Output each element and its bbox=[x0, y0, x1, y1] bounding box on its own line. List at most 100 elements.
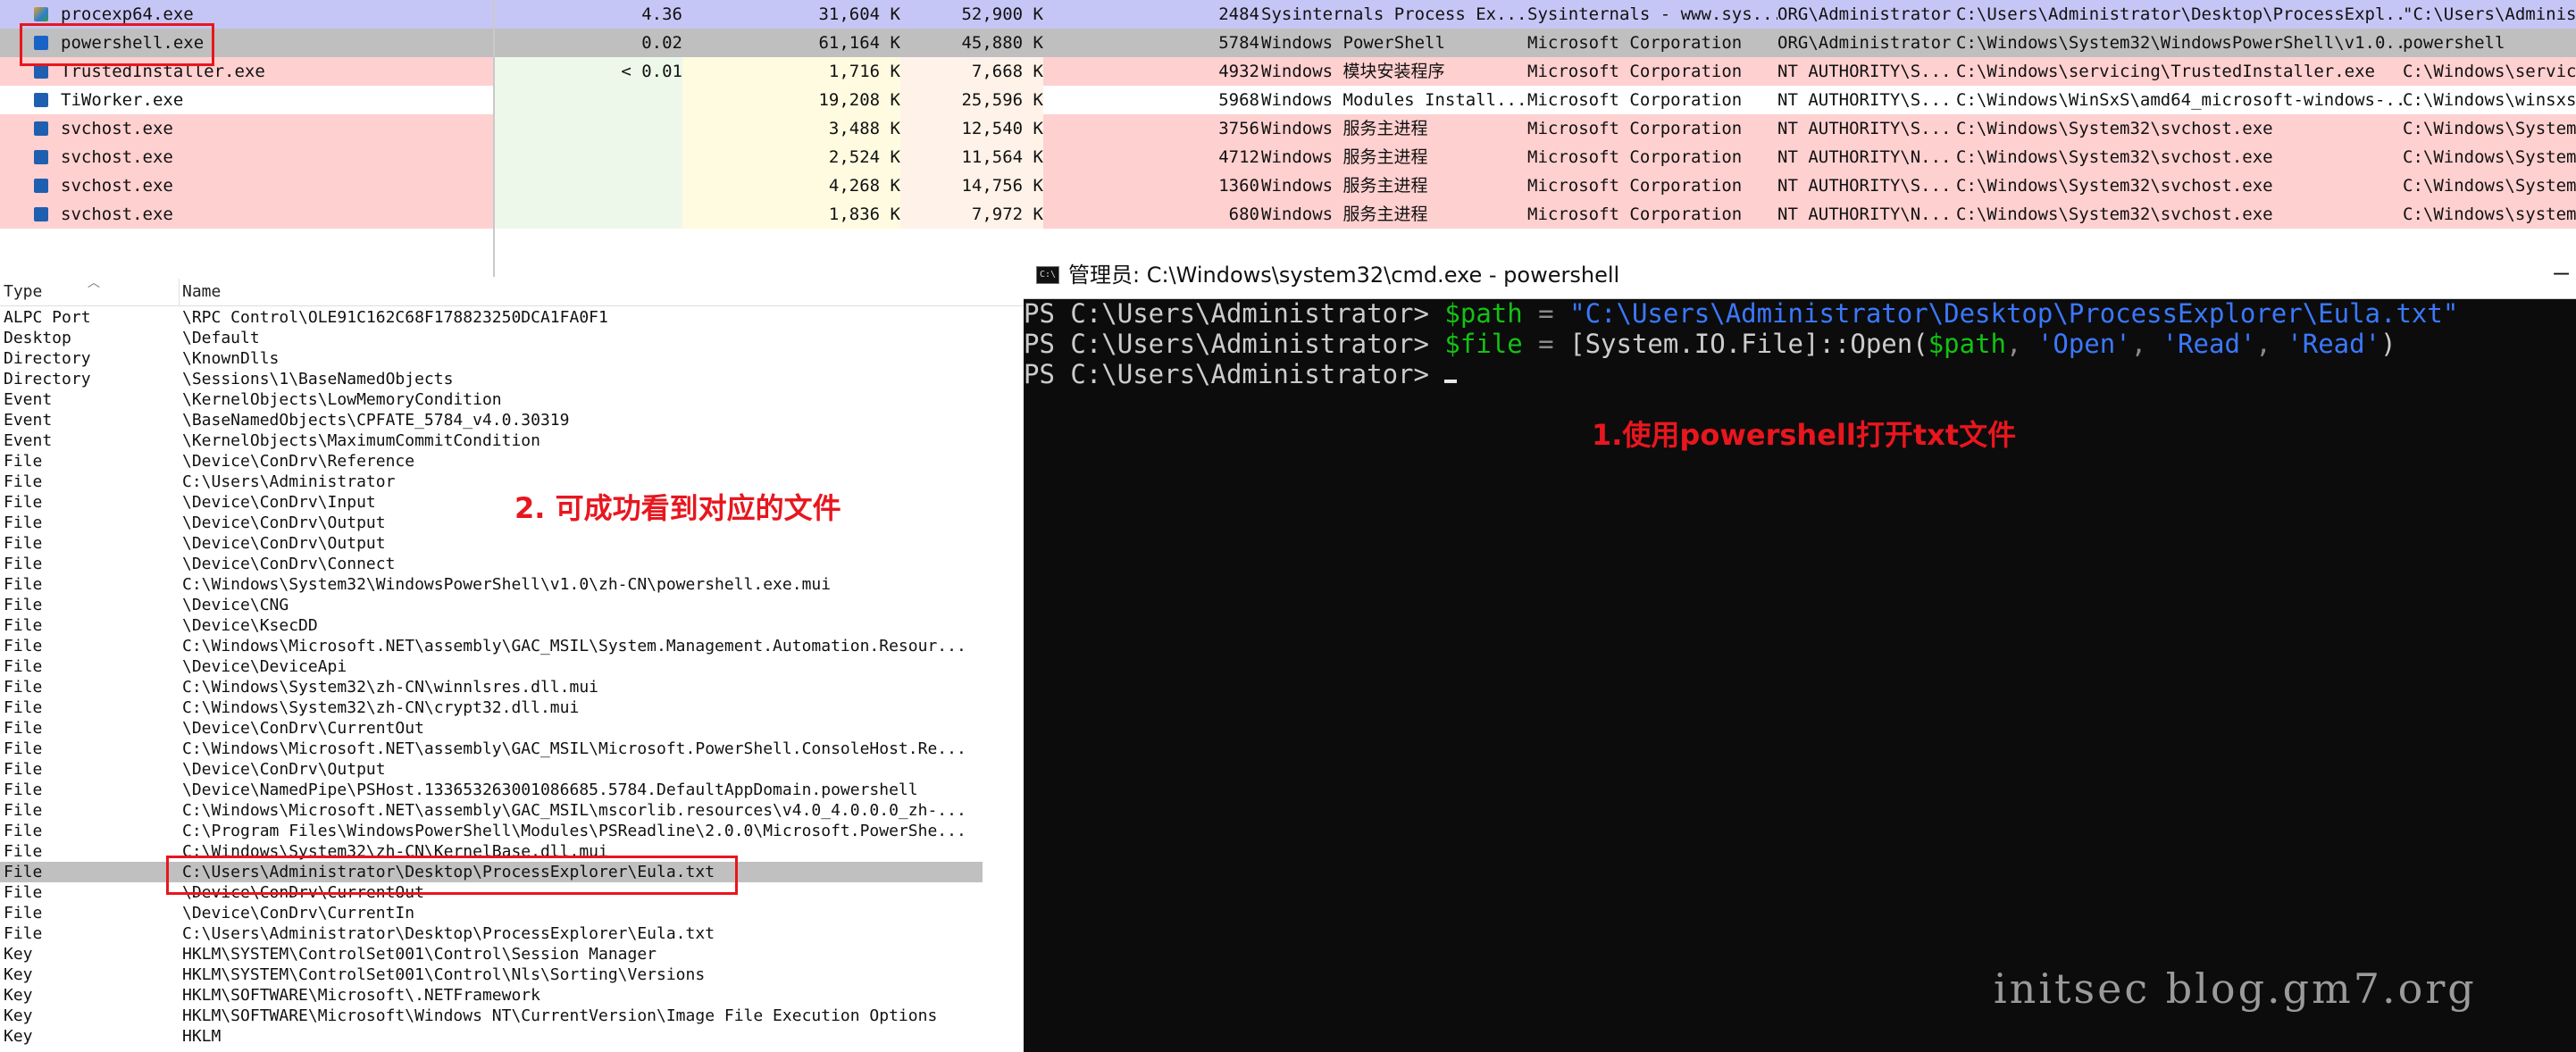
handle-type: File bbox=[4, 904, 43, 923]
eula-handle-highlight-box bbox=[166, 856, 738, 895]
process-row[interactable]: svchost.exe 2,524 K 11,564 K 4712 Windows 服务… bbox=[0, 143, 2576, 171]
process-row[interactable]: TiWorker.exe 19,208 K 25,596 K 5968 Windows … bbox=[0, 86, 2576, 114]
process-private-bytes: 2,524 K bbox=[682, 143, 900, 171]
handle-name: \Device\CNG bbox=[182, 596, 289, 614]
handle-row[interactable]: File \Device\CNG bbox=[0, 595, 983, 615]
process-name: svchost.exe bbox=[61, 147, 173, 167]
powershell-window-title: 管理员: C:\Windows\system32\cmd.exe - power… bbox=[1068, 263, 1620, 288]
handle-row[interactable]: Directory \Sessions\1\BaseNamedObjects bbox=[0, 369, 983, 389]
process-working-set: 52,900 K bbox=[900, 0, 1043, 29]
handle-name: \Device\ConDrv\Output bbox=[182, 534, 386, 553]
process-path: C:\Windows\WinSxS\amd64_microsoft-window… bbox=[1956, 90, 2403, 110]
process-pid: 4712 bbox=[1218, 147, 1259, 167]
process-company: Microsoft Corporation bbox=[1527, 119, 1743, 138]
handle-list-header: ︿ Type Name bbox=[0, 279, 1024, 306]
handle-row[interactable]: File C:\Windows\Microsoft.NET\assembly\GA… bbox=[0, 800, 983, 821]
handle-name: HKLM\SOFTWARE\Microsoft\Windows NT\Curre… bbox=[182, 1006, 938, 1025]
process-private-bytes: 19,208 K bbox=[682, 86, 900, 114]
process-command-line: C:\Windows\system3 bbox=[2403, 205, 2576, 224]
handle-row[interactable]: Event \BaseNamedObjects\CPFATE_5784_v4.0.… bbox=[0, 410, 983, 430]
handle-row[interactable]: File C:\Windows\Microsoft.NET\assembly\GA… bbox=[0, 739, 983, 759]
handle-row[interactable]: Desktop \Default bbox=[0, 328, 983, 348]
handle-row[interactable]: File C:\Users\Administrator\Desktop\Proce… bbox=[0, 923, 983, 944]
handle-row[interactable]: File C:\Windows\Microsoft.NET\assembly\GA… bbox=[0, 636, 983, 656]
handle-row[interactable]: Key HKLM\SYSTEM\ControlSet001\Control\Nls… bbox=[0, 964, 983, 985]
process-row[interactable]: TrustedInstaller.exe < 0.01 1,716 K 7,668 K… bbox=[0, 57, 2576, 86]
handle-name: C:\Windows\System32\WindowsPowerShell\v1… bbox=[182, 575, 832, 594]
handle-name: \KernelObjects\MaximumCommitCondition bbox=[182, 431, 540, 450]
ps-string: 'Open' bbox=[2037, 329, 2131, 359]
service-icon bbox=[34, 64, 48, 79]
process-row[interactable]: procexp64.exe 4.36 31,604 K 52,900 K 2484 Sys… bbox=[0, 0, 2576, 29]
handle-name: HKLM\SYSTEM\ControlSet001\Control\Nls\So… bbox=[182, 965, 706, 984]
handle-row[interactable]: File C:\Program Files\WindowsPowerShell\M… bbox=[0, 821, 983, 841]
process-command-line: "C:\Users\Adminis bbox=[2403, 4, 2576, 24]
process-user: NT AUTHORITY\S... bbox=[1777, 119, 1952, 138]
handle-type: File bbox=[4, 575, 43, 594]
handle-row[interactable]: Directory \KnownDlls bbox=[0, 348, 983, 369]
handle-row[interactable]: File \Device\ConDrv\Output bbox=[0, 533, 983, 554]
minimize-button[interactable]: — bbox=[2554, 252, 2569, 293]
process-name-cell[interactable]: svchost.exe bbox=[0, 143, 493, 171]
handle-row[interactable]: File C:\Windows\System32\zh-CN\crypt32.dl… bbox=[0, 697, 983, 718]
handle-type: File bbox=[4, 698, 43, 717]
ps-operator: = bbox=[1522, 298, 1570, 329]
process-cpu bbox=[493, 171, 682, 200]
handle-row[interactable]: File \Device\DeviceApi bbox=[0, 656, 983, 677]
process-company: Microsoft Corporation bbox=[1527, 62, 1743, 81]
powershell-titlebar[interactable]: C:\ 管理员: C:\Windows\system32\cmd.exe - p… bbox=[1024, 252, 2576, 299]
handle-row[interactable]: File \Device\ConDrv\Connect bbox=[0, 554, 983, 574]
process-row[interactable]: svchost.exe 3,488 K 12,540 K 3756 Windows 服务… bbox=[0, 114, 2576, 143]
process-pid: 5784 bbox=[1218, 33, 1259, 53]
handle-name: C:\Windows\System32\zh-CN\crypt32.dll.mu… bbox=[182, 698, 580, 717]
handle-row[interactable]: File \Device\ConDrv\Reference bbox=[0, 451, 983, 472]
console-line-3[interactable]: PS C:\Users\Administrator> bbox=[1024, 359, 1458, 389]
handle-row[interactable]: File \Device\ConDrv\CurrentOut bbox=[0, 718, 983, 739]
handle-row[interactable]: Key HKLM\SYSTEM\ControlSet001\Control\Ses… bbox=[0, 944, 983, 964]
process-row[interactable]: svchost.exe 4,268 K 14,756 K 1360 Windows 服务… bbox=[0, 171, 2576, 200]
handle-row[interactable]: File \Device\ConDrv\Output bbox=[0, 759, 983, 780]
handle-row[interactable]: File \Device\ConDrv\CurrentIn bbox=[0, 903, 983, 923]
column-header-name[interactable]: Name bbox=[182, 279, 221, 305]
ps-operator: = bbox=[1522, 329, 1570, 359]
handle-row[interactable]: Key HKLM\SOFTWARE\Microsoft\.NETFramework bbox=[0, 985, 983, 1006]
handle-type: File bbox=[4, 472, 43, 491]
handle-name: C:\Program Files\WindowsPowerShell\Modul… bbox=[182, 822, 966, 840]
handle-row[interactable]: File C:\Windows\System32\zh-CN\winnlsres.… bbox=[0, 677, 983, 697]
handle-type: File bbox=[4, 924, 43, 943]
console-prompt: PS C:\Users\Administrator> bbox=[1024, 329, 1445, 359]
handle-type: Event bbox=[4, 390, 53, 409]
handle-type: Key bbox=[4, 986, 33, 1005]
process-command-line: C:\Windows\System3 bbox=[2403, 176, 2576, 196]
process-private-bytes: 3,488 K bbox=[682, 114, 900, 143]
process-row[interactable]: powershell.exe 0.02 61,164 K 45,880 K 5784 Wi… bbox=[0, 29, 2576, 57]
powershell-highlight-box bbox=[20, 23, 214, 66]
handle-row[interactable]: Key HKLM bbox=[0, 1026, 983, 1047]
column-header-type[interactable]: Type bbox=[4, 279, 42, 305]
powershell-window[interactable]: C:\ 管理员: C:\Windows\system32\cmd.exe - p… bbox=[1024, 252, 2576, 1052]
handle-type: Key bbox=[4, 965, 33, 984]
procexp-icon bbox=[34, 7, 48, 21]
process-name-cell[interactable]: TiWorker.exe bbox=[0, 86, 493, 114]
handle-row[interactable]: File \Device\NamedPipe\PSHost.13365326300… bbox=[0, 780, 983, 800]
process-name-cell[interactable]: svchost.exe bbox=[0, 114, 493, 143]
process-row[interactable]: svchost.exe 1,836 K 7,972 K 680 Windows 服务主进… bbox=[0, 200, 2576, 229]
handle-type: File bbox=[4, 637, 43, 655]
column-separator[interactable] bbox=[179, 279, 180, 305]
process-description: Windows 服务主进程 bbox=[1261, 119, 1428, 138]
process-name-cell[interactable]: svchost.exe bbox=[0, 171, 493, 200]
handle-row[interactable]: File \Device\KsecDD bbox=[0, 615, 983, 636]
handle-row[interactable]: Key HKLM\SOFTWARE\Microsoft\Windows NT\Cu… bbox=[0, 1006, 983, 1026]
process-working-set: 45,880 K bbox=[900, 29, 1043, 57]
handle-name: \Device\ConDrv\Input bbox=[182, 493, 376, 512]
handle-row[interactable]: File C:\Windows\System32\WindowsPowerShel… bbox=[0, 574, 983, 595]
handle-name: C:\Users\Administrator\Desktop\ProcessEx… bbox=[182, 924, 715, 943]
handle-row[interactable]: Event \KernelObjects\LowMemoryCondition bbox=[0, 389, 983, 410]
handle-name: \KnownDlls bbox=[182, 349, 280, 368]
handle-row[interactable]: ALPC Port \RPC Control\OLE91C162C68F17882… bbox=[0, 307, 983, 328]
annotation-step-1: 1.使用powershell打开txt文件 bbox=[1592, 418, 2017, 452]
process-name-cell[interactable]: svchost.exe bbox=[0, 200, 493, 229]
handle-list: ︿ Type Name ALPC Port \RPC Control\OLE91C… bbox=[0, 279, 1024, 1052]
handle-row[interactable]: Event \KernelObjects\MaximumCommitConditi… bbox=[0, 430, 983, 451]
handle-name: \BaseNamedObjects\CPFATE_5784_v4.0.30319 bbox=[182, 411, 570, 430]
